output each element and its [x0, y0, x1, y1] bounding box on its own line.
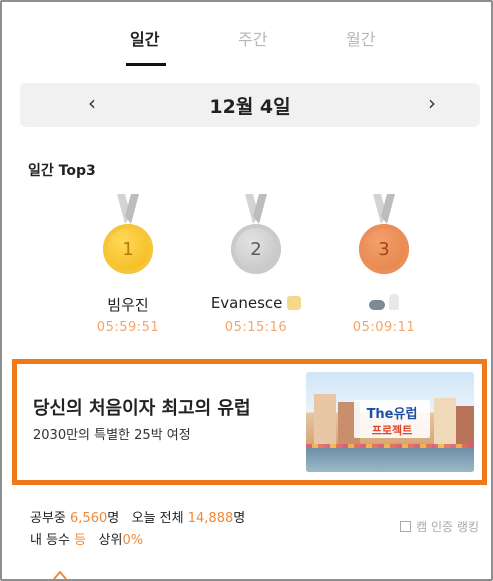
rank-number: 2 — [231, 224, 281, 274]
ranker-study-time: 05:09:11 — [352, 320, 416, 335]
canal-illustration — [306, 448, 474, 472]
ranker-name: 빔우진 — [107, 296, 149, 314]
animal-emoji-icon — [368, 300, 385, 310]
ranker-2[interactable]: 2 Evanesce 05:15:16 — [186, 194, 326, 335]
ranker-3[interactable]: 3 05:09:11 — [314, 194, 454, 335]
bronze-medal-icon: 3 — [314, 194, 454, 286]
stats-line-2: 내 등수 등 상위0% — [30, 530, 245, 552]
ranker-study-time: 05:15:16 — [224, 320, 288, 335]
today-total-unit: 명 — [233, 511, 246, 526]
current-date: 12월 4일 — [209, 96, 291, 118]
studying-label: 공부중 — [30, 511, 66, 526]
ad-logo: The유럽 프로젝트 — [354, 400, 430, 438]
building-illustration — [314, 394, 336, 450]
tab-monthly[interactable]: 월간 — [346, 26, 375, 50]
top-percent-value: 0% — [122, 533, 144, 548]
my-rank-value: 등 — [74, 533, 87, 548]
ad-banner[interactable]: 당신의 처음이자 최고의 유럽 2030만의 특별한 25박 여정 The유럽 … — [12, 359, 487, 485]
ad-image: The유럽 프로젝트 — [306, 372, 474, 472]
study-stats: 공부중 6,560명 오늘 전체 14,888명 내 등수 등 상위0% — [30, 508, 245, 552]
stats-line-1: 공부중 6,560명 오늘 전체 14,888명 — [30, 508, 245, 530]
cam-verified-filter[interactable]: 캠 인증 랭킹 — [400, 518, 479, 535]
today-total-label: 오늘 전체 — [131, 511, 184, 526]
active-tab-indicator — [126, 63, 166, 66]
tab-daily[interactable]: 일간 — [130, 26, 159, 50]
ranker-name-row: Evanesce — [186, 294, 326, 314]
silver-medal-icon: 2 — [186, 194, 326, 286]
date-navigator: ‹ 12월 4일 › — [20, 83, 480, 127]
ranking-screen: 일간 주간 월간 ‹ 12월 4일 › 일간 Top3 1 빔우진 05:59:… — [0, 0, 493, 581]
ranker-name: Evanesce — [210, 294, 283, 312]
ranker-name-row — [314, 294, 454, 314]
studying-count: 6,560 — [70, 511, 108, 526]
top3-list: 1 빔우진 05:59:51 2 Evanesce 05:15:16 3 05:… — [2, 194, 491, 354]
emoji-sticker-icon — [389, 294, 400, 310]
cam-verified-label: 캠 인증 랭킹 — [416, 520, 479, 534]
next-date-chevron-icon[interactable]: › — [428, 91, 436, 115]
ribbon-icon — [115, 194, 141, 228]
building-illustration — [434, 398, 456, 450]
section-title: 일간 Top3 — [28, 163, 96, 179]
ribbon-icon — [243, 194, 269, 228]
ad-logo-line2: 프로젝트 — [371, 424, 413, 437]
gold-medal-icon: 1 — [58, 194, 198, 286]
top-percent-label: 상위 — [98, 533, 123, 548]
rank-number: 1 — [103, 224, 153, 274]
rank-number: 3 — [359, 224, 409, 274]
studying-unit: 명 — [107, 511, 120, 526]
period-tabs: 일간 주간 월간 — [2, 26, 491, 70]
ranker-study-time: 05:59:51 — [96, 320, 160, 335]
my-rank-label: 내 등수 — [30, 533, 71, 548]
checkbox[interactable] — [400, 521, 412, 532]
ad-title: 당신의 처음이자 최고의 유럽 — [33, 398, 251, 419]
ad-subtitle: 2030만의 특별한 25박 여정 — [33, 428, 191, 443]
today-total-count: 14,888 — [187, 511, 234, 526]
emoji-sticker-icon — [287, 296, 302, 310]
ad-logo-line1: The유럽 — [366, 407, 418, 422]
ribbon-icon — [371, 194, 397, 228]
next-item-peek-icon — [53, 571, 67, 579]
tab-weekly[interactable]: 주간 — [238, 26, 267, 50]
ranker-1[interactable]: 1 빔우진 05:59:51 — [58, 194, 198, 335]
